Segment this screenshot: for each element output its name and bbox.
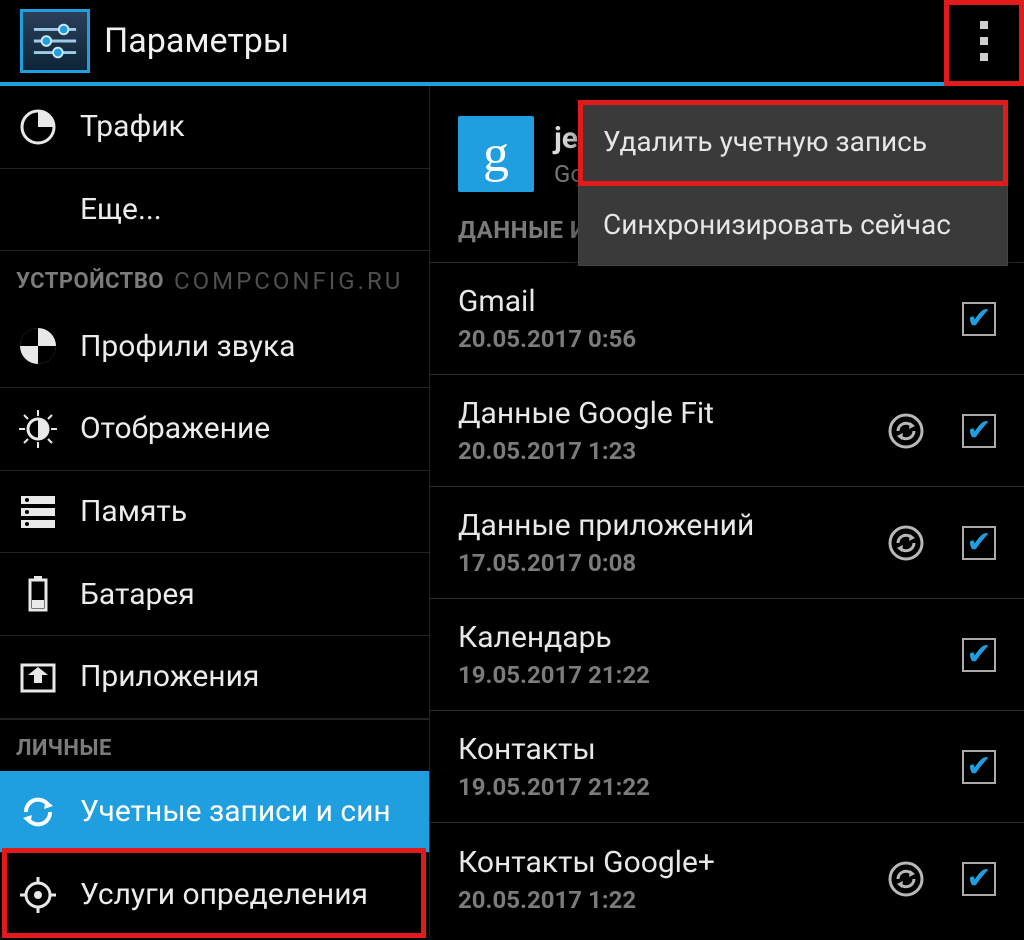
dot-icon — [980, 21, 988, 29]
sync-icon — [18, 792, 58, 832]
sidebar-item-label: Память — [80, 494, 187, 529]
battery-icon — [18, 574, 58, 614]
sidebar-item-label: Услуги определения — [80, 877, 368, 912]
settings-sidebar: Трафик Еще... УСТРОЙСТВО COMPCONFIG.RU П… — [0, 86, 430, 936]
menu-item-remove-account[interactable]: Удалить учетную запись — [579, 101, 1007, 183]
checkbox[interactable]: ✔ — [962, 638, 996, 672]
refresh-icon — [886, 859, 926, 899]
storage-icon — [18, 492, 58, 532]
sidebar-item-accounts-sync[interactable]: Учетные записи и син — [0, 771, 429, 854]
checkbox[interactable]: ✔ — [962, 526, 996, 560]
sync-item-contacts[interactable]: Контакты 19.05.2017 21:22 ✔ — [430, 711, 1024, 823]
sync-item-time: 20.05.2017 0:56 — [458, 325, 962, 353]
sync-item-name: Контакты Google+ — [458, 845, 886, 880]
sync-item-google-fit[interactable]: Данные Google Fit 20.05.2017 1:23 ✔ — [430, 375, 1024, 487]
sidebar-item-sound-profiles[interactable]: Профили звука — [0, 305, 429, 388]
sidebar-item-label: Еще... — [80, 192, 162, 227]
refresh-icon — [886, 411, 926, 451]
overflow-menu-button[interactable] — [952, 5, 1016, 77]
sync-item-name: Данные приложений — [458, 508, 886, 543]
sidebar-category-personal: ЛИЧНЫЕ — [0, 719, 429, 771]
category-label: ЛИЧНЫЕ — [16, 736, 112, 761]
sync-item-google-plus-contacts[interactable]: Контакты Google+ 20.05.2017 1:22 ✔ — [430, 823, 1024, 935]
sync-item-name: Gmail — [458, 284, 962, 319]
sidebar-item-storage[interactable]: Память — [0, 471, 429, 554]
dot-icon — [980, 37, 988, 45]
sidebar-category-device: УСТРОЙСТВО COMPCONFIG.RU — [0, 251, 429, 305]
sidebar-item-label: Трафик — [80, 109, 185, 144]
sidebar-item-apps[interactable]: Приложения — [0, 636, 429, 719]
sync-item-name: Контакты — [458, 732, 962, 767]
sidebar-item-label: Профили звука — [80, 329, 296, 364]
sync-item-app-data[interactable]: Данные приложений 17.05.2017 0:08 ✔ — [430, 487, 1024, 599]
menu-item-sync-now[interactable]: Синхронизировать сейчас — [579, 183, 1007, 265]
sync-item-gmail[interactable]: Gmail 20.05.2017 0:56 ✔ — [430, 263, 1024, 375]
apps-icon — [18, 657, 58, 697]
sync-item-time: 19.05.2017 21:22 — [458, 661, 962, 689]
checkbox[interactable]: ✔ — [962, 862, 996, 896]
page-title: Параметры — [104, 21, 952, 61]
sidebar-item-label: Отображение — [80, 411, 270, 446]
menu-item-label: Удалить учетную запись — [603, 125, 927, 158]
dot-icon — [980, 53, 988, 61]
sidebar-item-location[interactable]: Услуги определения — [0, 853, 429, 936]
sidebar-item-label: Приложения — [80, 659, 259, 694]
sync-item-calendar[interactable]: Календарь 19.05.2017 21:22 ✔ — [430, 599, 1024, 711]
sync-item-time: 20.05.2017 1:23 — [458, 437, 886, 465]
checkbox[interactable]: ✔ — [962, 750, 996, 784]
settings-icon — [20, 9, 90, 73]
sidebar-item-label: Учетные записи и син — [80, 794, 391, 829]
menu-item-label: Синхронизировать сейчас — [603, 208, 951, 241]
sidebar-item-more[interactable]: Еще... — [0, 169, 429, 252]
watermark: COMPCONFIG.RU — [174, 267, 403, 295]
overflow-menu: Удалить учетную запись Синхронизировать … — [578, 100, 1008, 266]
sync-item-name: Данные Google Fit — [458, 396, 886, 431]
category-label: УСТРОЙСТВО — [16, 269, 164, 294]
location-icon — [18, 875, 58, 915]
sidebar-item-battery[interactable]: Батарея — [0, 553, 429, 636]
traffic-icon — [18, 107, 58, 147]
display-icon — [18, 409, 58, 449]
google-logo: g — [458, 116, 534, 192]
refresh-icon — [886, 523, 926, 563]
checkbox[interactable]: ✔ — [962, 414, 996, 448]
action-bar: Параметры — [0, 0, 1024, 86]
sidebar-item-display[interactable]: Отображение — [0, 388, 429, 471]
sidebar-item-label: Батарея — [80, 577, 195, 612]
sync-item-time: 20.05.2017 1:22 — [458, 886, 886, 914]
sync-item-time: 19.05.2017 21:22 — [458, 773, 962, 801]
sound-profile-icon — [18, 326, 58, 366]
sidebar-item-traffic[interactable]: Трафик — [0, 86, 429, 169]
sync-item-name: Календарь — [458, 620, 962, 655]
sync-item-time: 17.05.2017 0:08 — [458, 549, 886, 577]
checkbox[interactable]: ✔ — [962, 302, 996, 336]
